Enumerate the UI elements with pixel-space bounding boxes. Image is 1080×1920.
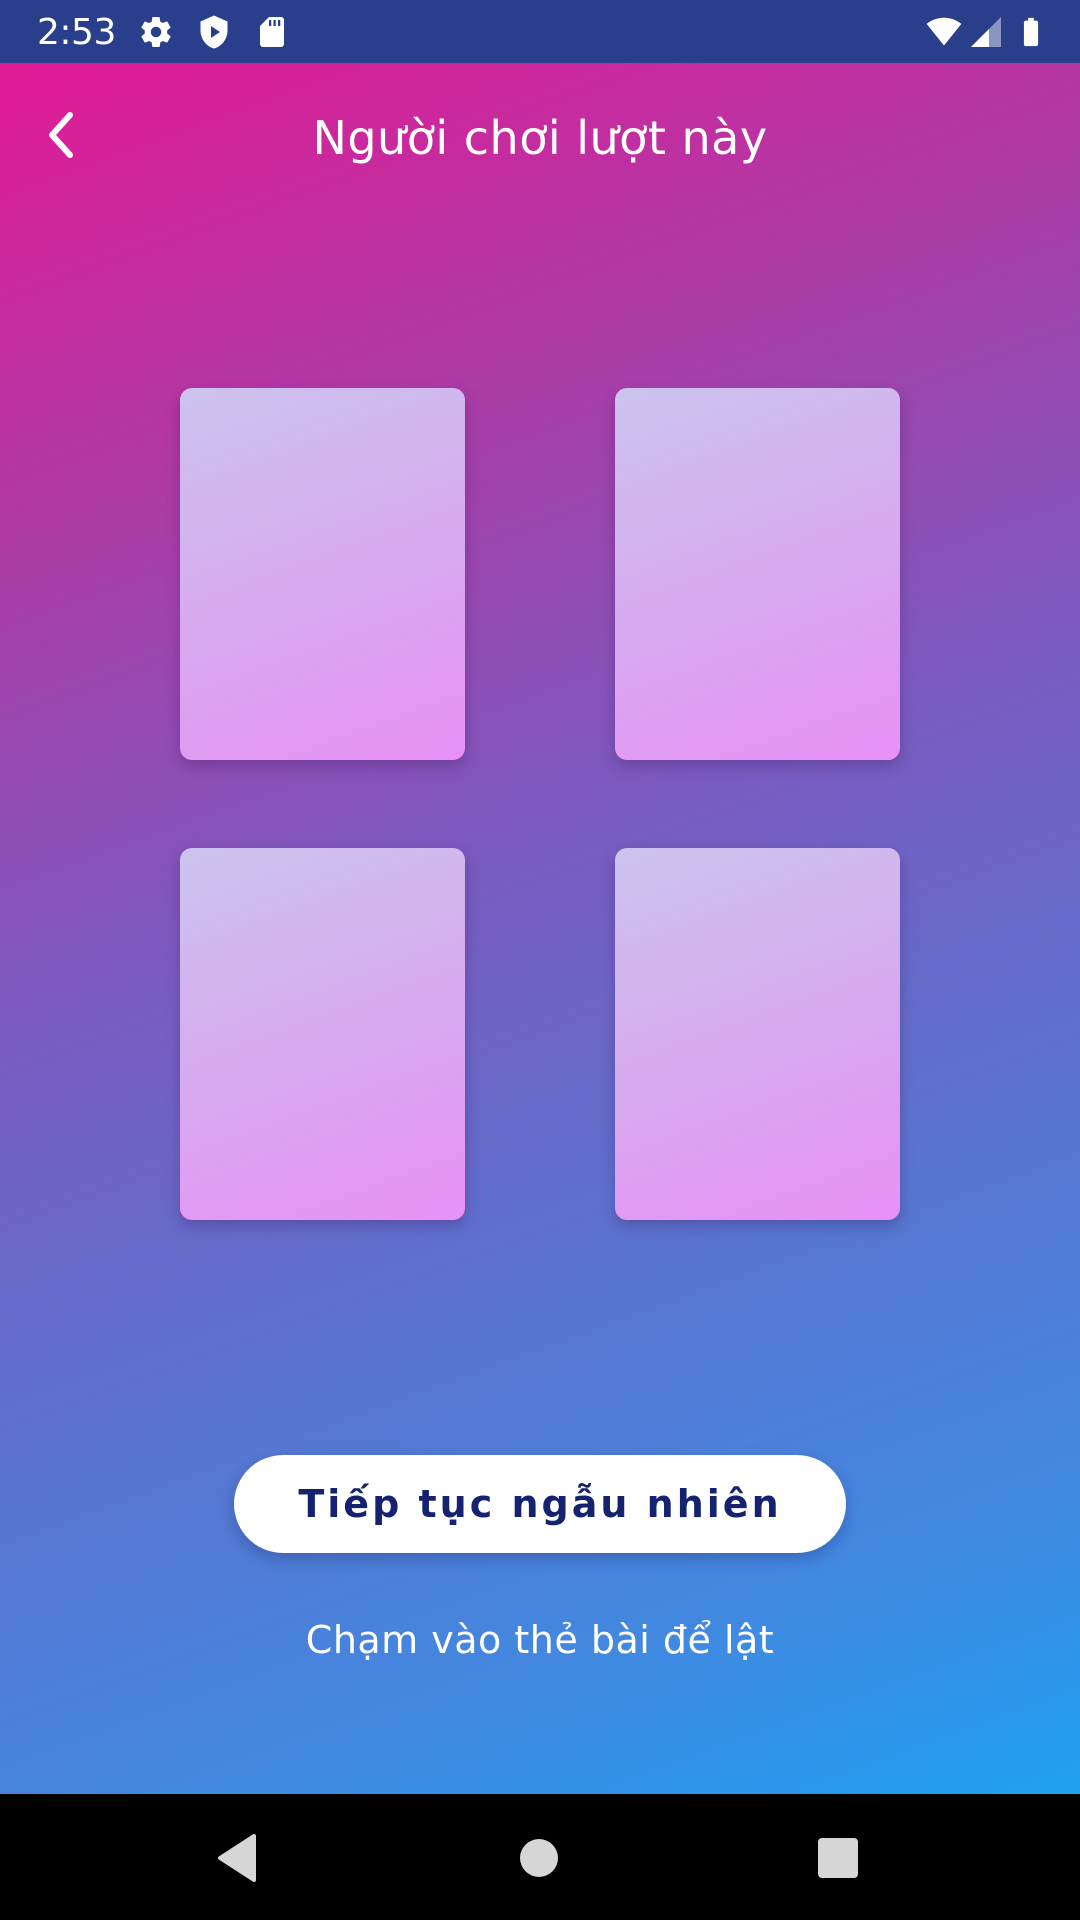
shield-play-icon (196, 14, 232, 50)
cell-signal-icon (968, 14, 1004, 50)
status-bar: 2:53 (0, 0, 1080, 63)
home-circle-icon[interactable] (509, 1828, 569, 1888)
card-3[interactable] (180, 848, 465, 1220)
recents-square-icon[interactable] (808, 1828, 868, 1888)
wifi-icon (922, 14, 966, 50)
cards-grid (180, 388, 900, 1260)
card-4[interactable] (615, 848, 900, 1220)
sd-card-icon (254, 14, 290, 50)
continue-random-button[interactable]: Tiếp tục ngẫu nhiên (234, 1455, 846, 1553)
back-triangle-icon[interactable] (208, 1828, 268, 1888)
battery-icon (1014, 14, 1048, 50)
status-time: 2:53 (37, 12, 116, 53)
page-title: Người chơi lượt này (312, 111, 768, 165)
card-1[interactable] (180, 388, 465, 760)
card-2[interactable] (615, 388, 900, 760)
gear-icon (138, 14, 174, 50)
navigation-bar (0, 1794, 1080, 1920)
app-screen: Người chơi lượt này Tiếp tục ngẫu nhiên … (0, 63, 1080, 1794)
hint-text: Chạm vào thẻ bài để lật (305, 1618, 775, 1662)
